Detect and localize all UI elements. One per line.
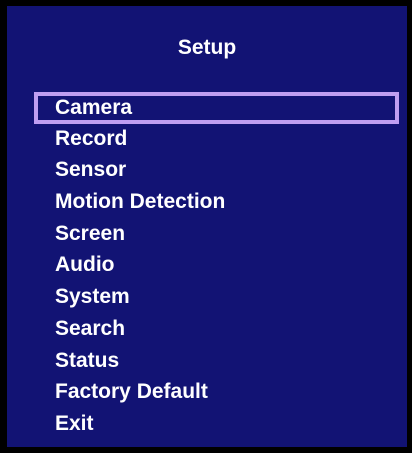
menu-item-record[interactable]: Record — [34, 124, 399, 156]
menu-item-exit[interactable]: Exit — [34, 409, 399, 441]
menu-item-sensor[interactable]: Sensor — [34, 155, 399, 187]
menu-item-audio[interactable]: Audio — [34, 250, 399, 282]
setup-panel: Setup Camera Record Sensor Motion Detect… — [7, 6, 407, 447]
osd-screen: Setup Camera Record Sensor Motion Detect… — [0, 0, 412, 453]
menu-item-motion-detection[interactable]: Motion Detection — [34, 187, 399, 219]
menu-item-screen[interactable]: Screen — [34, 219, 399, 251]
setup-menu-list: Camera Record Sensor Motion Detection Sc… — [34, 92, 399, 441]
menu-title: Setup — [177, 36, 237, 59]
menu-item-search[interactable]: Search — [34, 314, 399, 346]
menu-item-camera[interactable]: Camera — [34, 92, 399, 124]
menu-item-system[interactable]: System — [34, 282, 399, 314]
menu-item-status[interactable]: Status — [34, 346, 399, 378]
menu-item-factory-default[interactable]: Factory Default — [34, 377, 399, 409]
